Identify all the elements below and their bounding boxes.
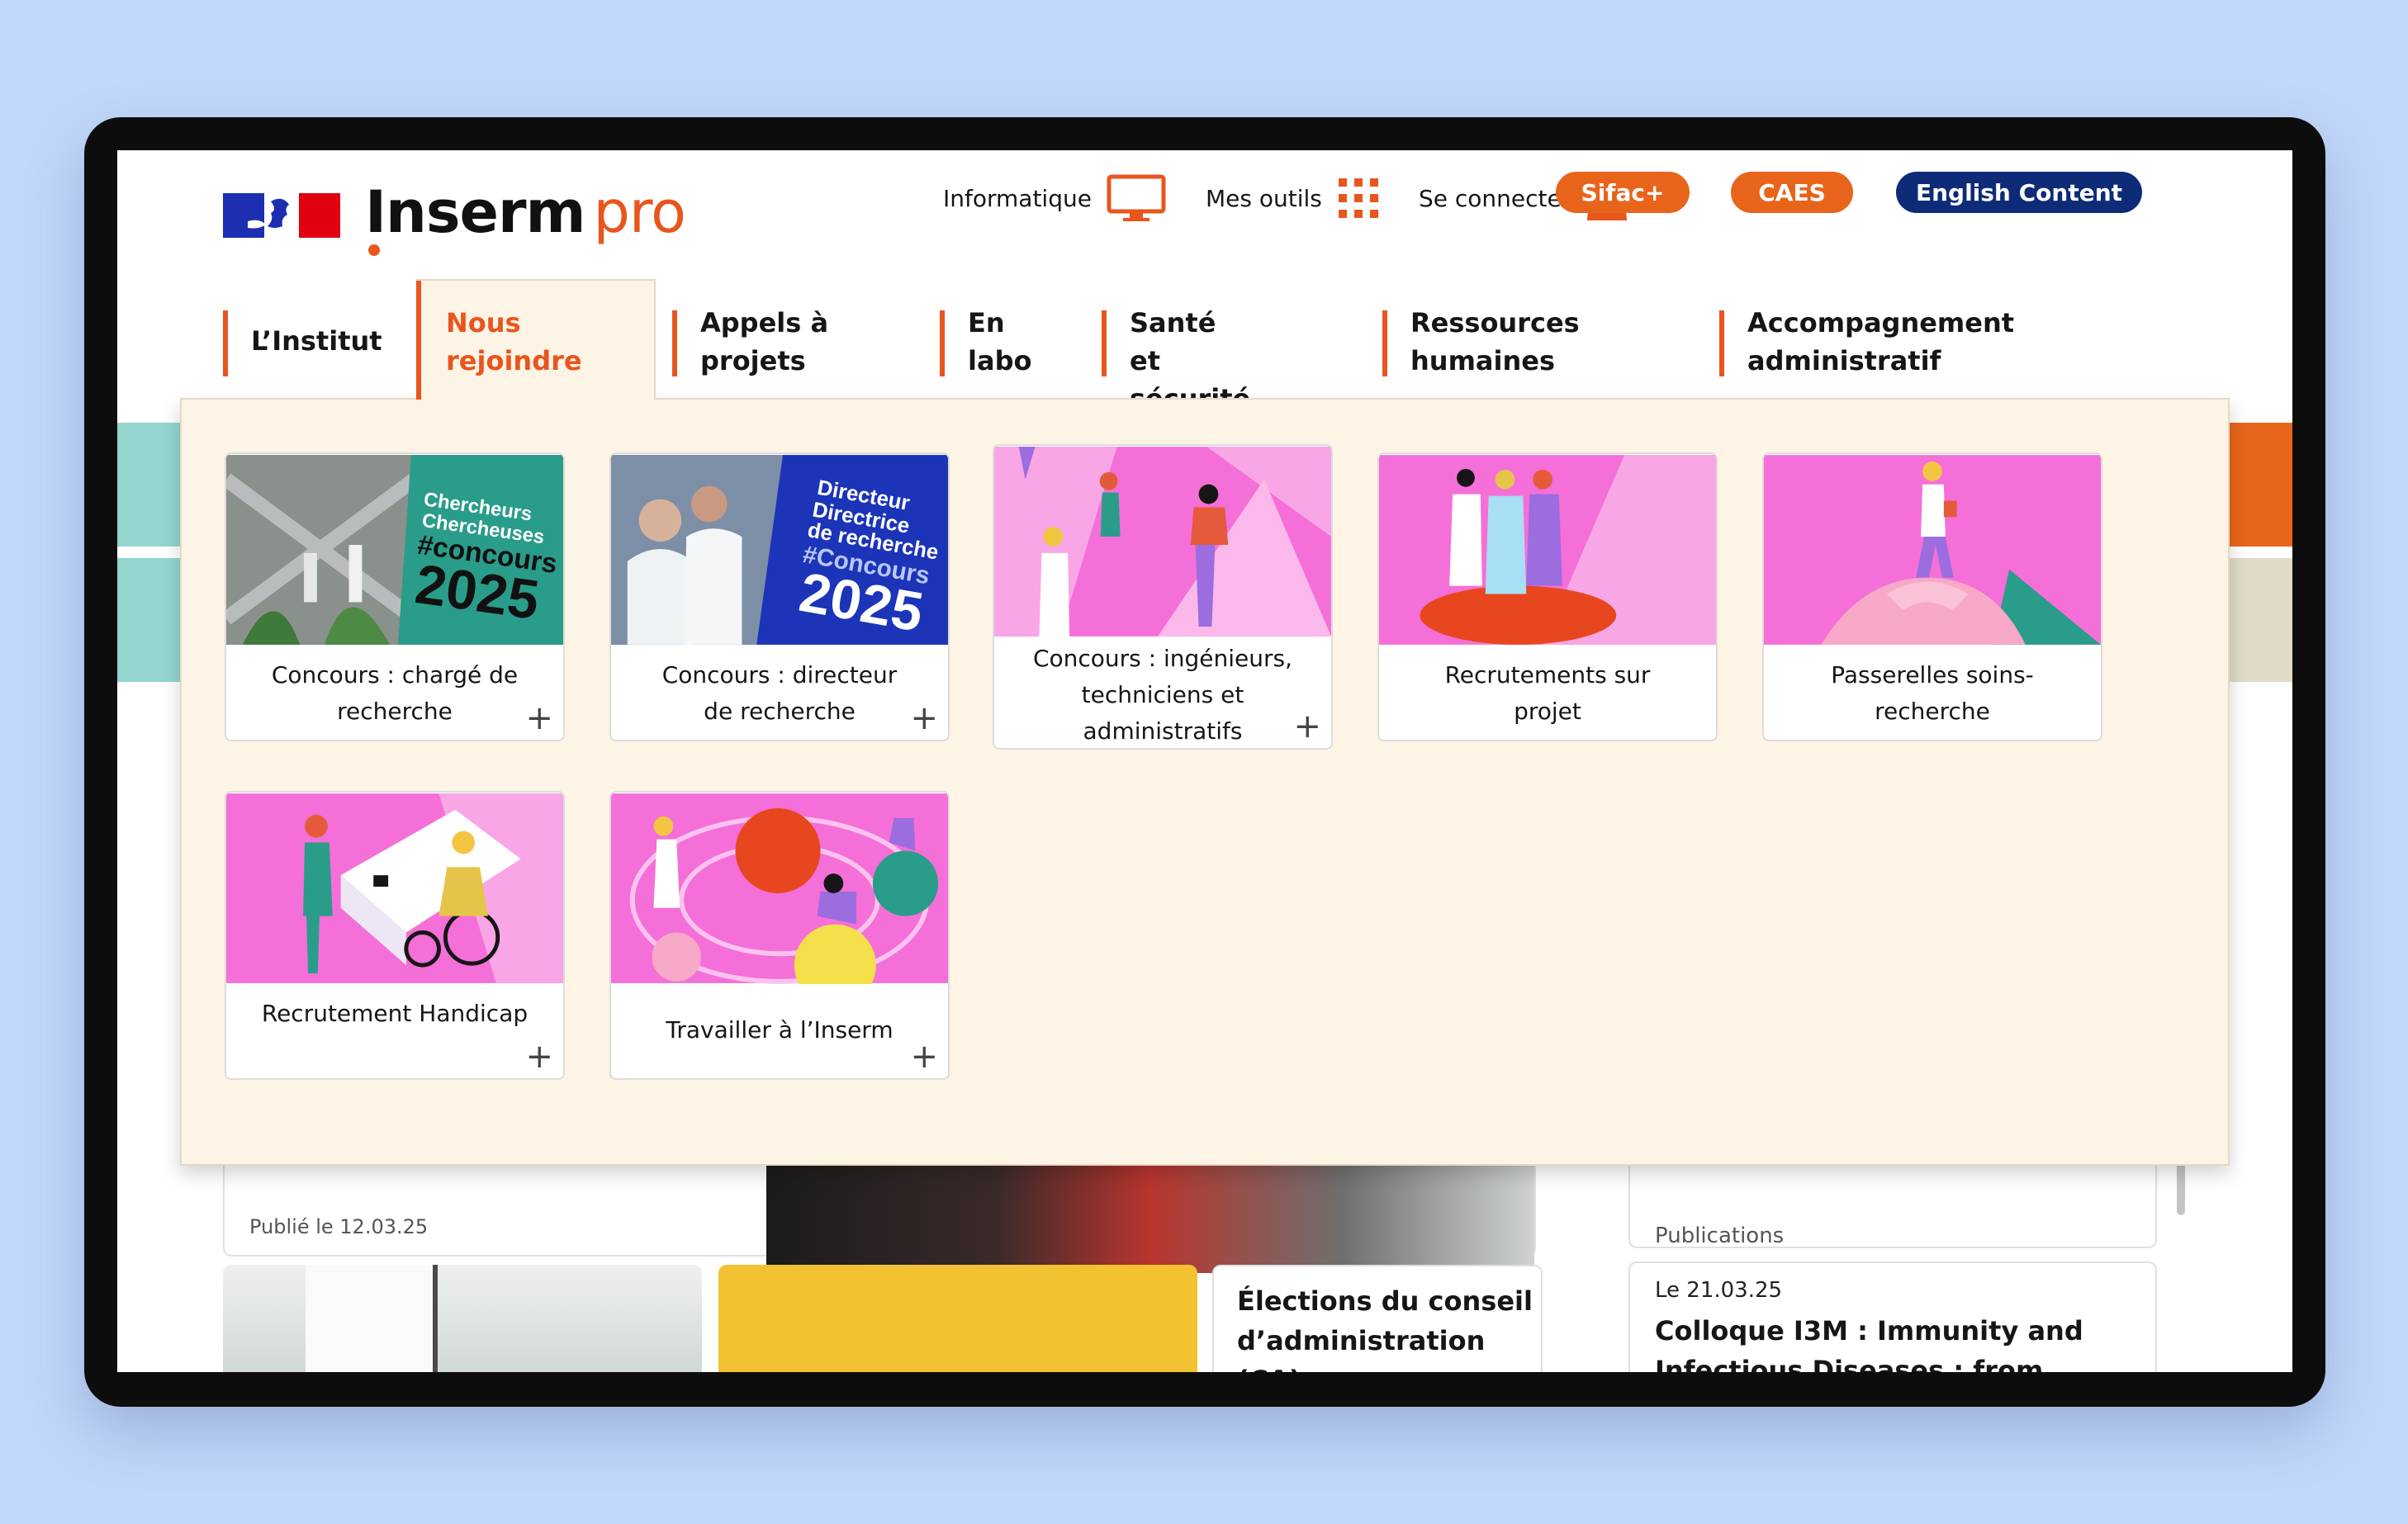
- news-card-office[interactable]: [223, 1265, 702, 1372]
- menu-tile-label: Recrutement Handicap: [226, 984, 563, 1032]
- logo-suffix: pro: [593, 178, 685, 246]
- menu-tile-concours-directeur-recherche[interactable]: Directeur Directrice de recherche #Conco…: [609, 452, 950, 741]
- menu-tile-label: Concours : ingénieurs, techniciens et ad…: [994, 637, 1331, 750]
- mega-menu-nous-rejoindre: Chercheurs Chercheuses #concours 2025 Co…: [180, 398, 2230, 1166]
- nav-ressources-humaines[interactable]: Ressources humaines: [1382, 304, 1581, 370]
- informatique-label: Informatique: [943, 185, 1092, 212]
- concours-dr-image: Directeur Directrice de recherche #Conco…: [611, 454, 948, 646]
- published-date: Publié le 12.03.25: [249, 1215, 428, 1238]
- expand-plus-icon[interactable]: +: [525, 702, 553, 735]
- logo-wordmark: Inserm: [365, 178, 585, 246]
- nav-accompagnement-administratif-label: Accompagnement administratif: [1747, 304, 1995, 380]
- travailler-illustration: [611, 793, 948, 984]
- publications-label: Publications: [1655, 1223, 1784, 1248]
- marianne-logo-icon[interactable]: [223, 193, 340, 238]
- nav-ressources-humaines-label: Ressources humaines: [1410, 304, 1576, 380]
- menu-tile-label: Passerelles soins-recherche: [1764, 646, 2101, 730]
- nav-institut[interactable]: L’Institut: [223, 304, 388, 370]
- news-card-yellow[interactable]: [718, 1265, 1197, 1372]
- informatique-link[interactable]: Informatique: [943, 173, 1166, 223]
- passerelles-illustration: [1764, 454, 2101, 646]
- mes-outils-label: Mes outils: [1206, 185, 1322, 212]
- nav-nous-rejoindre-label: Nous rejoindre: [446, 304, 578, 380]
- recrutements-projet-illustration: [1379, 454, 1716, 646]
- menu-tile-label: Travailler à l’Inserm: [611, 984, 948, 1048]
- device-frame: Publié le 12.03.25 Publications Le 21.03…: [84, 117, 2325, 1407]
- nav-en-labo[interactable]: En labo: [940, 304, 1039, 370]
- menu-tile-concours-charge-recherche[interactable]: Chercheurs Chercheuses #concours 2025 Co…: [225, 452, 565, 741]
- menu-tile-travailler-inserm[interactable]: Travailler à l’Inserm +: [609, 791, 950, 1080]
- site-logo[interactable]: Insermpro: [365, 183, 685, 241]
- news-photo: [766, 1166, 1534, 1273]
- nav-en-labo-label: En labo: [968, 304, 1034, 380]
- event-title[interactable]: Colloque I3M : Immunity and Infectious D…: [1655, 1311, 2134, 1372]
- se-connecter-label: Se connecter: [1419, 185, 1571, 212]
- browser-viewport: Publié le 12.03.25 Publications Le 21.03…: [117, 150, 2292, 1372]
- expand-plus-icon[interactable]: +: [910, 1040, 938, 1073]
- expand-plus-icon[interactable]: +: [1293, 710, 1321, 743]
- nav-nous-rejoindre[interactable]: Nous rejoindre: [416, 279, 656, 400]
- menu-tile-passerelles-soins-recherche[interactable]: Passerelles soins-recherche: [1762, 452, 2102, 741]
- menu-tile-label: Concours : chargé de recherche: [226, 646, 563, 730]
- nav-institut-label: L’Institut: [251, 325, 382, 357]
- menu-tile-label: Recrutements sur projet: [1379, 646, 1716, 730]
- expand-plus-icon[interactable]: +: [910, 702, 938, 735]
- mes-outils-link[interactable]: Mes outils: [1206, 173, 1380, 223]
- election-title[interactable]: Élections du conseil d’administration (C…: [1237, 1281, 1534, 1372]
- monitor-icon: [1107, 174, 1166, 222]
- nav-appels-projets[interactable]: Appels à projets: [672, 304, 837, 370]
- event-date: Le 21.03.25: [1655, 1278, 1782, 1303]
- ita-illustration: [994, 446, 1331, 637]
- handicap-illustration: [226, 793, 563, 984]
- english-content-button[interactable]: English Content: [1896, 172, 2142, 213]
- nav-accompagnement-administratif[interactable]: Accompagnement administratif: [1719, 304, 1992, 370]
- menu-tile-recrutement-handicap[interactable]: Recrutement Handicap +: [225, 791, 565, 1080]
- sifac-button[interactable]: Sifac+: [1556, 172, 1690, 213]
- menu-tile-recrutements-projet[interactable]: Recrutements sur projet: [1377, 452, 1718, 741]
- menu-tile-label: Concours : directeur de recherche: [611, 646, 948, 730]
- expand-plus-icon[interactable]: +: [525, 1040, 553, 1073]
- logo-dot: [368, 244, 380, 256]
- caes-button[interactable]: CAES: [1731, 172, 1853, 213]
- nav-appels-projets-label: Appels à projets: [700, 304, 841, 380]
- nav-sante-securite[interactable]: Santé et sécurité: [1102, 304, 1283, 370]
- menu-tile-concours-ita[interactable]: Concours : ingénieurs, techniciens et ad…: [993, 444, 1333, 750]
- apps-grid-icon: [1337, 177, 1380, 220]
- concours-cr-image: Chercheurs Chercheuses #concours 2025: [226, 454, 563, 646]
